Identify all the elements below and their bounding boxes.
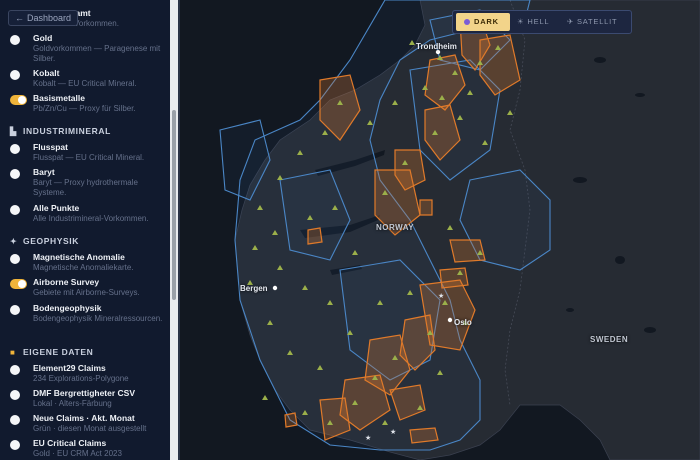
magnet-icon: ✦ — [10, 237, 18, 246]
label-trondheim: Trondheim — [416, 42, 457, 51]
style-dark-button[interactable]: DARK — [456, 13, 510, 31]
layer-radio[interactable] — [10, 205, 20, 215]
layer-radio[interactable] — [10, 440, 20, 450]
layer-toggle-on[interactable] — [10, 95, 27, 105]
layer-radio[interactable] — [10, 169, 20, 179]
city-dot-oslo — [447, 317, 453, 323]
layer-radio[interactable] — [10, 144, 20, 154]
sun-icon: ☀ — [517, 17, 528, 26]
scrollbar-thumb[interactable] — [172, 110, 176, 300]
label-oslo: Oslo — [454, 318, 472, 327]
map-canvas[interactable]: ★ ★ ★ — [180, 0, 700, 460]
satellite-icon: ✈ — [567, 17, 577, 26]
sidebar-panel: ←Dashboard … gesamt … GE Vorkommen. Gold… — [0, 0, 170, 460]
label-bergen: Bergen — [240, 284, 268, 293]
label-norway: NORWAY — [376, 223, 415, 232]
layer-radio[interactable] — [10, 254, 20, 264]
svg-text:★: ★ — [438, 292, 444, 300]
dashboard-button[interactable]: ← Dashboard — [8, 10, 79, 26]
style-satellit-button[interactable]: ✈ SATELLIT — [567, 13, 629, 31]
layer-radio[interactable] — [10, 305, 20, 315]
layer-radio[interactable] — [10, 365, 20, 375]
folder-icon: ■ — [10, 348, 16, 357]
section-industrimineral: ▙ INDUSTRIMINERAL — [10, 126, 111, 136]
app: ←Dashboard … gesamt … GE Vorkommen. Gold… — [0, 0, 700, 460]
label-sweden: SWEDEN — [590, 335, 629, 344]
layer-radio[interactable] — [10, 35, 20, 45]
layer-radio[interactable] — [10, 70, 20, 80]
moon-icon — [464, 19, 470, 26]
layer-toggle-on[interactable] — [10, 279, 27, 289]
factory-icon: ▙ — [10, 127, 17, 136]
layer-radio[interactable] — [10, 390, 20, 400]
sidebar-scrollbar[interactable] — [170, 0, 178, 460]
section-geophysik: ✦ GEOPHYSIK — [10, 236, 79, 246]
city-dot-bergen — [272, 285, 278, 291]
arrow-left-icon: ← — [15, 13, 24, 23]
svg-text:★: ★ — [390, 428, 396, 436]
layer-radio[interactable] — [10, 415, 20, 425]
style-hell-button[interactable]: ☀ HELL — [517, 13, 565, 31]
svg-text:★: ★ — [365, 434, 371, 442]
map-view[interactable]: ★ ★ ★ Trondheim NORWAY Bergen Oslo SWEDEN — [180, 0, 700, 460]
section-eigene-daten: ■ EIGENE DATEN — [10, 347, 94, 357]
map-style-switcher: DARK ☀ HELL ✈ SATELLIT — [452, 10, 632, 34]
